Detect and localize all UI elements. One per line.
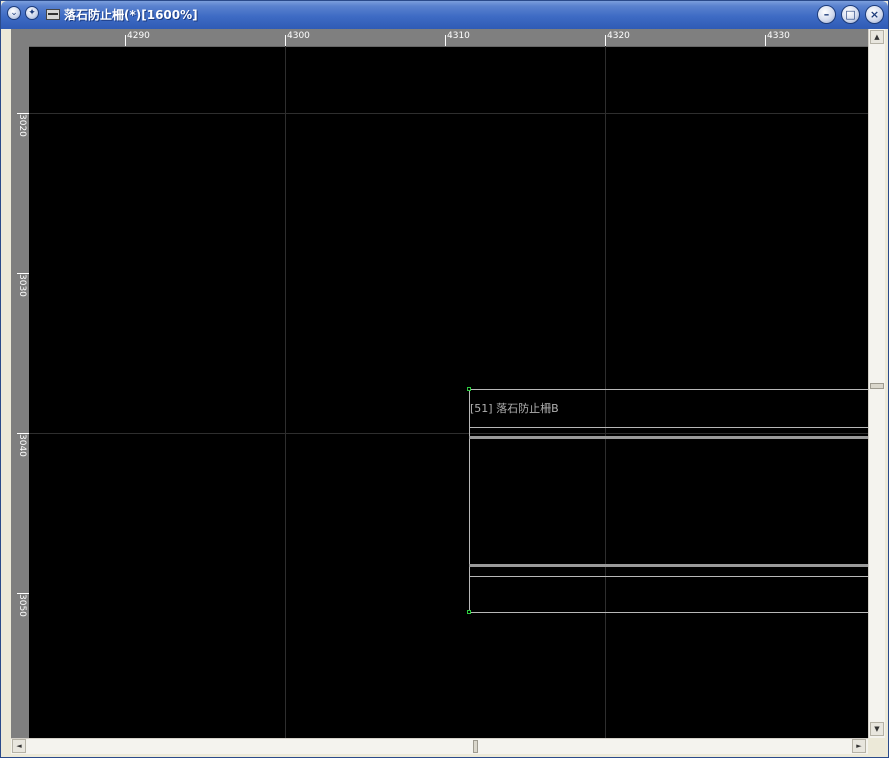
title-bar[interactable]: ⌄ ✦ 落石防止柵(*)[1600%] – □ × [1, 1, 888, 29]
ruler-tick [605, 35, 606, 46]
object-label: [51] 落石防止柵B [470, 402, 559, 415]
app-icon [46, 9, 60, 20]
ruler-label: 4290 [127, 31, 150, 41]
close-button[interactable]: × [865, 5, 884, 24]
ruler-label: 3050 [17, 594, 27, 617]
ruler-label: 3040 [17, 434, 27, 457]
fence-rail[interactable] [469, 576, 868, 577]
ruler-tick [765, 35, 766, 46]
ruler-label: 4300 [287, 31, 310, 41]
horizontal-scrollbar[interactable]: ◄ ► [11, 738, 868, 754]
grid-line [29, 113, 868, 114]
selection-handle[interactable] [467, 387, 471, 391]
scroll-down-button[interactable]: ▼ [870, 722, 884, 736]
fence-outline-bottom[interactable] [469, 612, 868, 613]
selection-handle[interactable] [467, 610, 471, 614]
ruler-label: 3030 [17, 274, 27, 297]
ruler-tick [285, 35, 286, 46]
window-menu-icon[interactable]: ⌄ [7, 6, 21, 20]
scroll-up-button[interactable]: ▲ [870, 30, 884, 44]
drawing-area[interactable]: [51] 落石防止柵B [29, 46, 868, 738]
ruler-label: 4320 [607, 31, 630, 41]
fence-outline-left[interactable] [469, 389, 470, 613]
drawing-window: ⌄ ✦ 落石防止柵(*)[1600%] – □ × 4290 4300 4310… [0, 0, 889, 758]
fence-outline-top[interactable] [469, 389, 868, 390]
ruler-label: 4330 [767, 31, 790, 41]
scroll-right-button[interactable]: ► [852, 739, 866, 753]
horizontal-scroll-thumb[interactable] [473, 740, 478, 753]
grid-line [29, 433, 868, 434]
window-title: 落石防止柵(*)[1600%] [64, 8, 198, 22]
fence-rail[interactable] [469, 564, 868, 567]
vertical-scroll-thumb[interactable] [870, 383, 884, 389]
vertical-ruler: 3020 3030 3040 3050 [11, 46, 29, 738]
ruler-label: 4310 [447, 31, 470, 41]
ruler-label: 3020 [17, 114, 27, 137]
minimize-button[interactable]: – [817, 5, 836, 24]
ruler-tick [445, 35, 446, 46]
vertical-scrollbar[interactable]: ▲ ▼ [868, 29, 885, 738]
scroll-left-button[interactable]: ◄ [12, 739, 26, 753]
pin-icon[interactable]: ✦ [25, 6, 39, 20]
fence-rail[interactable] [469, 436, 868, 439]
grid-line [605, 46, 606, 738]
ruler-tick [125, 35, 126, 46]
fence-rail[interactable] [469, 427, 868, 428]
ruler-corner [11, 29, 29, 46]
size-grip[interactable] [868, 738, 884, 753]
drawing-canvas[interactable]: 4290 4300 4310 4320 4330 3020 3030 3040 … [11, 29, 868, 738]
grid-line [285, 46, 286, 738]
horizontal-ruler: 4290 4300 4310 4320 4330 [29, 29, 868, 47]
restore-button[interactable]: □ [841, 5, 860, 24]
